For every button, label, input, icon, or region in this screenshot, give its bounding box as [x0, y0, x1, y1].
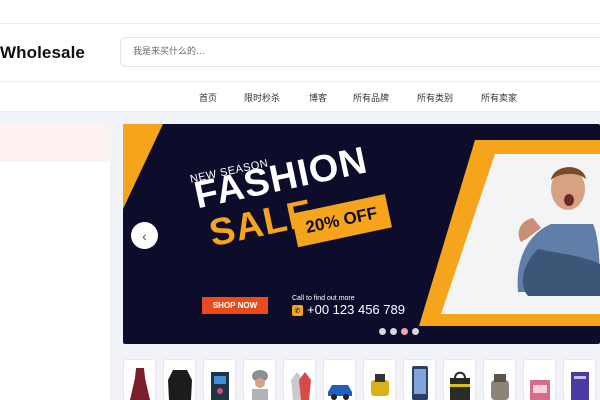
jacket-icon: [167, 370, 192, 400]
nav-blog[interactable]: 博客: [309, 91, 327, 104]
carousel-dots: [379, 328, 419, 335]
carousel-prev-button[interactable]: ‹: [131, 222, 158, 249]
bag-icon: [449, 371, 470, 400]
product-strip: [123, 358, 600, 400]
call-label: Call to find out more: [292, 295, 355, 302]
product-thumb-bucket-hat[interactable]: [243, 359, 276, 400]
phone-number: +00 123 456 789: [307, 302, 405, 317]
sidebar-active-item[interactable]: [0, 124, 110, 162]
mixer-icon: [490, 374, 509, 400]
toy-bag-icon: [529, 380, 550, 400]
product-thumb-car[interactable]: [323, 359, 356, 400]
category-sidebar: [0, 124, 110, 400]
product-thumb-gaming-pc[interactable]: [203, 359, 236, 400]
nav-all-categories[interactable]: 所有类别: [417, 91, 453, 104]
product-thumb-dress[interactable]: [123, 359, 156, 400]
top-bar: [0, 0, 600, 24]
car-icon: [327, 385, 352, 400]
shop-now-button[interactable]: SHOP NOW: [202, 297, 268, 314]
site-logo[interactable]: Wholesale: [0, 43, 85, 63]
header: Wholesale: [0, 24, 600, 82]
main-nav: 首页 限时秒杀 博客 所有品牌 所有类别 所有卖家: [0, 82, 600, 112]
carousel-dot[interactable]: [390, 328, 397, 335]
product-thumb-smartphone[interactable]: [403, 359, 436, 400]
carousel-dot-active[interactable]: [401, 328, 408, 335]
product-thumb-toy-bag[interactable]: [523, 359, 556, 400]
nav-all-brands[interactable]: 所有品牌: [353, 91, 389, 104]
gloves-icon: [290, 372, 311, 400]
smartphone-icon: [411, 366, 428, 400]
carousel-dot[interactable]: [379, 328, 386, 335]
product-thumb-mixer[interactable]: [483, 359, 516, 400]
dress-icon: [129, 368, 150, 400]
search-input[interactable]: [121, 38, 600, 66]
product-thumb-leather-jacket[interactable]: [163, 359, 196, 400]
gadget-icon: [370, 374, 389, 396]
phone-icon: ✆: [292, 305, 303, 316]
hero-banner[interactable]: NEW SEASON FASHION SALE 20% OFF SHOP NOW…: [123, 124, 600, 344]
notebook-icon: [570, 372, 589, 400]
carousel-dot[interactable]: [412, 328, 419, 335]
product-thumb-notebook[interactable]: [563, 359, 596, 400]
chevron-left-icon: ‹: [142, 227, 147, 244]
product-thumb-gloves[interactable]: [283, 359, 316, 400]
nav-all-sellers[interactable]: 所有卖家: [481, 91, 517, 104]
nav-flash-sale[interactable]: 限时秒杀: [244, 91, 280, 104]
search-box[interactable]: [120, 37, 600, 67]
nav-home[interactable]: 首页: [199, 91, 217, 104]
banner-corner-shape: [123, 124, 163, 209]
product-thumb-bag[interactable]: [443, 359, 476, 400]
hat-icon: [251, 370, 268, 400]
product-thumb-yellow-gadget[interactable]: [363, 359, 396, 400]
gaming-pc-icon: [210, 372, 229, 400]
